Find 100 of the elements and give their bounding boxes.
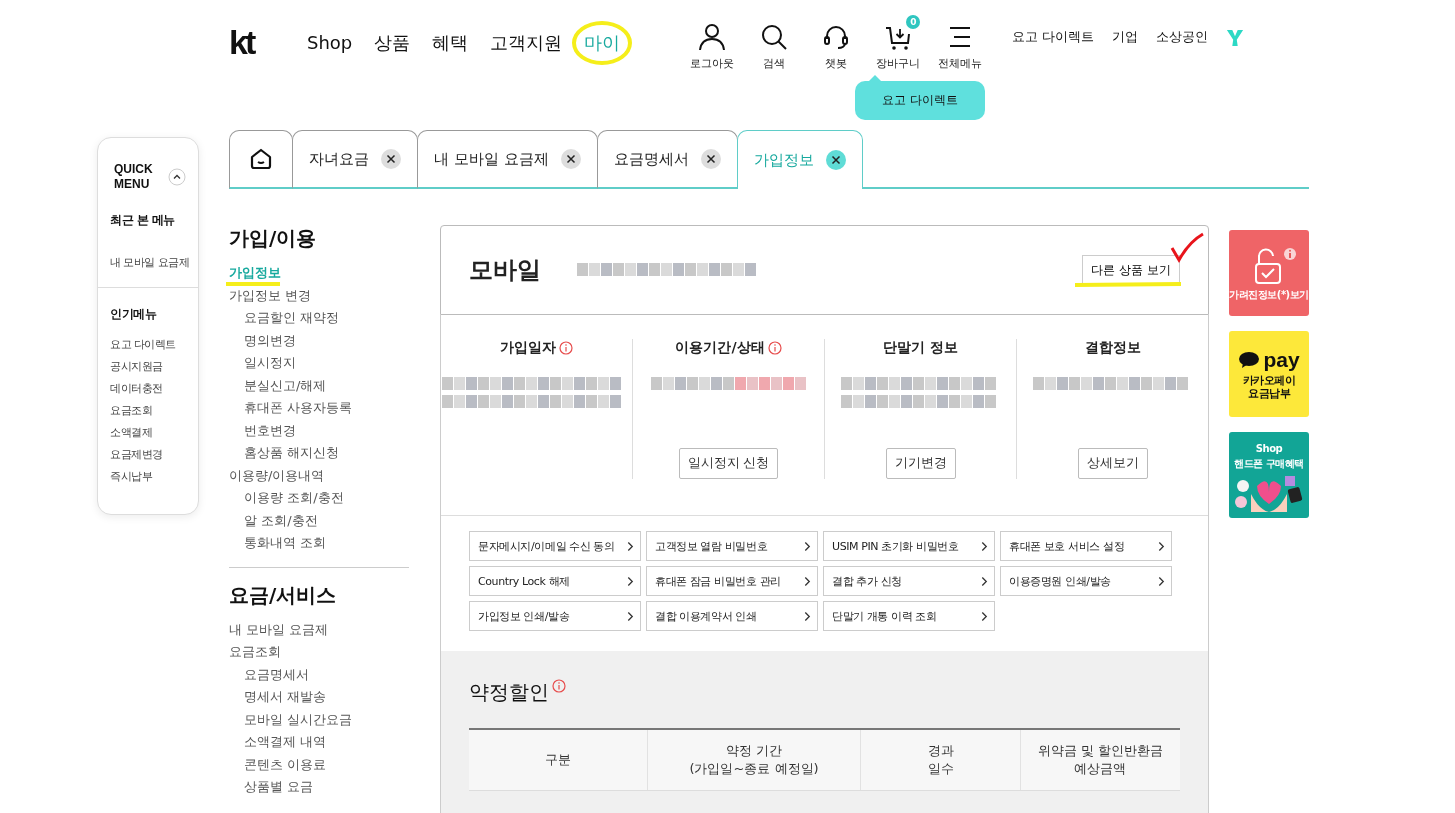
- sidebar-item[interactable]: 일시정지: [229, 352, 409, 375]
- column-title: 가입일자: [500, 339, 556, 357]
- link-button[interactable]: 이용증명원 인쇄/발송: [1000, 566, 1172, 596]
- header-link[interactable]: 소상공인: [1156, 29, 1209, 46]
- info-icon[interactable]: [767, 341, 782, 355]
- column-title: 이용기간/상태: [675, 339, 765, 357]
- chevron-right-icon: [627, 610, 634, 622]
- quick-menu-item[interactable]: 요금제변경: [98, 443, 198, 465]
- nav-link[interactable]: 상품: [374, 30, 411, 55]
- sidebar-item[interactable]: 요금할인 재약정: [229, 307, 409, 330]
- chevron-right-icon: [804, 540, 811, 552]
- sidebar-item[interactable]: 이용량 조회/충전: [229, 487, 409, 510]
- close-icon[interactable]: [825, 150, 846, 170]
- section-title: 가입/이용: [229, 225, 318, 252]
- search-icon: [760, 22, 789, 51]
- chevron-right-icon: [981, 610, 988, 622]
- sidebar-item[interactable]: 알 조회/충전: [229, 509, 409, 532]
- link-button[interactable]: 가입정보 인쇄/발송: [469, 601, 641, 631]
- count-badge: 0: [906, 14, 921, 29]
- icon-button[interactable]: 검색: [744, 14, 805, 71]
- table-header-cell-text: 구분: [544, 751, 572, 769]
- action-button[interactable]: 상세보기: [1077, 448, 1148, 479]
- sidebar-item[interactable]: 콘텐츠 이용료: [229, 753, 409, 776]
- table-header-cell: 위약금 및 할인반환금 예상금액: [1020, 730, 1180, 790]
- close-icon[interactable]: [700, 149, 721, 169]
- column-title: 결합정보: [1084, 339, 1141, 357]
- nav-link[interactable]: 혜택: [432, 30, 469, 55]
- sidebar-item[interactable]: 휴대폰 사용자등록: [229, 397, 409, 420]
- header-link[interactable]: 요고 다이렉트: [1012, 29, 1095, 46]
- sidebar-item[interactable]: 요금명세서: [229, 663, 409, 686]
- info-icon[interactable]: [552, 679, 566, 693]
- tab[interactable]: 내 모바일 요금제: [417, 130, 598, 189]
- chevron-right-icon: [981, 575, 988, 587]
- chevron-right-icon: [627, 540, 634, 552]
- sidebar-item[interactable]: 소액결제 내역: [229, 731, 409, 754]
- chevron-right-icon: [627, 575, 634, 587]
- sidebar-item[interactable]: 가입정보 변경: [229, 284, 409, 307]
- sidebar-item[interactable]: 명세서 재발송: [229, 686, 409, 709]
- nav-link[interactable]: 고객지원: [490, 30, 563, 55]
- chevron-right-icon: [804, 575, 811, 587]
- sidebar-item[interactable]: 명의변경: [229, 329, 409, 352]
- chevron-right-icon: [981, 540, 988, 552]
- action-button[interactable]: 일시정지 신청: [678, 448, 779, 479]
- close-icon[interactable]: [560, 149, 581, 169]
- underline-mark: [224, 281, 282, 287]
- sidebar-item[interactable]: 홈상품 해지신청: [229, 442, 409, 465]
- sidebar-item[interactable]: 번호변경: [229, 419, 409, 442]
- quick-menu-item[interactable]: 데이터충전: [98, 377, 198, 399]
- sidebar-item[interactable]: 이용량/이용내역: [229, 464, 409, 487]
- quick-menu-item[interactable]: 소액결제: [98, 421, 198, 443]
- home-icon: [249, 147, 273, 171]
- sidebar-item[interactable]: 분실신고/해제: [229, 374, 409, 397]
- quick-menu-item[interactable]: 즉시납부: [98, 465, 198, 487]
- person-icon: [698, 22, 727, 51]
- info-icon[interactable]: [559, 341, 573, 355]
- sidebar-item[interactable]: 내 모바일 요금제: [229, 618, 409, 641]
- link-button[interactable]: Country Lock 해제: [469, 566, 641, 596]
- link-button[interactable]: 휴대폰 잠금 비밀번호 관리: [646, 566, 818, 596]
- icon-button[interactable]: 전체메뉴: [930, 14, 991, 71]
- collapse-icon[interactable]: [168, 168, 186, 186]
- quick-menu-item[interactable]: 공시지원금: [98, 355, 198, 377]
- sidebar-item[interactable]: 통화내역 조회: [229, 532, 409, 555]
- check-mark: [1169, 232, 1205, 264]
- header-link[interactable]: 기업: [1112, 29, 1139, 46]
- table-header-cell: 약정 기간 (가입일~종료 예정일): [647, 730, 860, 790]
- kt-logo[interactable]: kt: [229, 23, 307, 62]
- quick-menu-item[interactable]: 요고 다이렉트: [98, 333, 198, 355]
- tab[interactable]: 요금명세서: [596, 130, 738, 189]
- sidebar-item[interactable]: 모바일 실시간요금: [229, 708, 409, 731]
- speech-bubble-icon: [1238, 351, 1261, 369]
- sidebar-item[interactable]: 요금조회: [229, 641, 409, 664]
- icon-button[interactable]: 로그아웃: [682, 14, 743, 71]
- link-button[interactable]: USIM PIN 초기화 비밀번호: [823, 531, 995, 561]
- chevron-right-icon: [804, 610, 811, 622]
- quick-menu-item[interactable]: 내 모바일 요금제: [98, 251, 198, 273]
- icon-button[interactable]: 0 장바구니: [868, 14, 929, 71]
- close-icon[interactable]: [381, 149, 401, 169]
- link-button[interactable]: 휴대폰 보호 서비스 설정: [1000, 531, 1172, 561]
- section-title: 약정할인: [469, 679, 549, 706]
- link-button[interactable]: 단말기 개통 이력 조회: [823, 601, 995, 631]
- chevron-right-icon: [1158, 575, 1165, 587]
- recent-menu-title: 최근 본 메뉴: [109, 212, 176, 229]
- kakaopay-banner[interactable]: pay 카카오페이 요금납부: [1229, 331, 1309, 417]
- column-title: 단말기 정보: [883, 339, 958, 357]
- section-title: 요금/서비스: [229, 581, 338, 609]
- action-button[interactable]: 기기변경: [885, 448, 956, 479]
- link-button[interactable]: 문자메시지/이메일 수신 동의: [469, 531, 641, 561]
- nav-link[interactable]: Shop: [307, 32, 353, 53]
- link-button[interactable]: 고객정보 열람 비밀번호: [646, 531, 818, 561]
- tab[interactable]: 자녀요금: [292, 130, 418, 189]
- quick-menu-title: QUICK MENU: [114, 162, 154, 192]
- home-tab[interactable]: [229, 130, 293, 189]
- sidebar-item[interactable]: 상품별 요금: [229, 776, 409, 799]
- popular-menu-title: 인기메뉴: [109, 306, 158, 323]
- chevron-right-icon: [1158, 540, 1165, 552]
- table-header-cell: 경과 일수: [860, 730, 1020, 790]
- quick-menu-item[interactable]: 요금조회: [98, 399, 198, 421]
- icon-button[interactable]: 챗봇: [806, 14, 867, 71]
- link-button[interactable]: 결합 이용계약서 인쇄: [646, 601, 818, 631]
- link-button[interactable]: 결합 추가 신청: [823, 566, 995, 596]
